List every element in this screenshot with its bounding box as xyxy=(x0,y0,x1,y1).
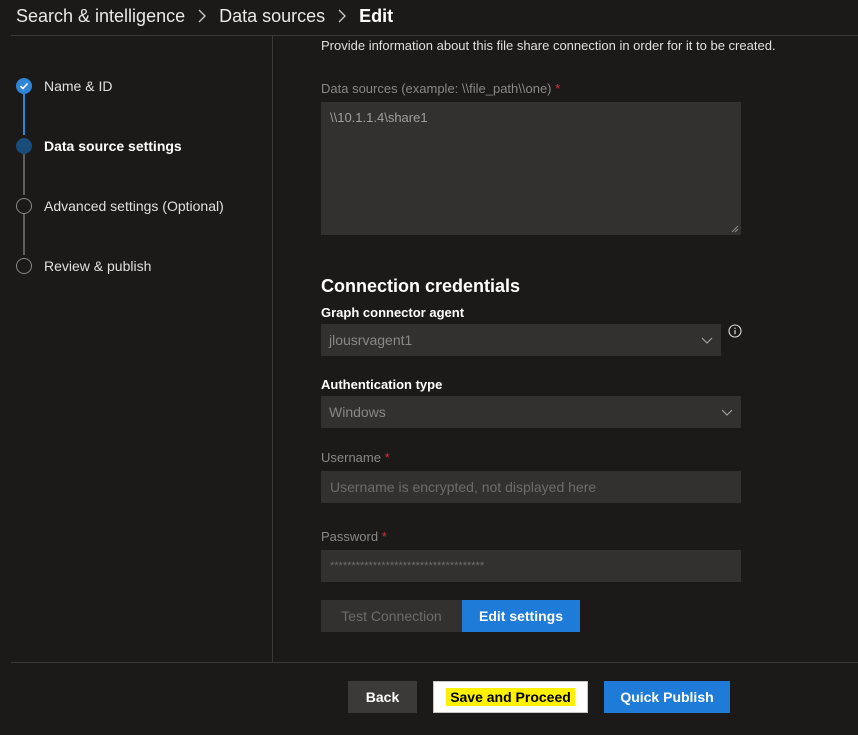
quick-publish-button[interactable]: Quick Publish xyxy=(604,681,730,713)
step-review-publish[interactable]: Review & publish xyxy=(16,256,151,276)
step-label: Data source settings xyxy=(44,138,182,154)
breadcrumb: Search & intelligence Data sources Edit xyxy=(16,4,393,28)
select-value: Windows xyxy=(329,404,386,420)
auth-type-label: Authentication type xyxy=(321,377,443,392)
step-connector xyxy=(23,214,25,255)
textarea-value: \\10.1.1.4\share1 xyxy=(330,110,428,125)
breadcrumb-item-data-sources[interactable]: Data sources xyxy=(219,6,325,27)
required-marker: * xyxy=(384,450,390,465)
edit-settings-button[interactable]: Edit settings xyxy=(462,600,580,632)
required-marker: * xyxy=(381,529,387,544)
password-field[interactable]: ************************************ xyxy=(321,550,741,582)
data-sources-textarea[interactable]: \\10.1.1.4\share1 xyxy=(321,102,741,235)
header-divider xyxy=(11,35,858,36)
connection-credentials-heading: Connection credentials xyxy=(321,276,521,296)
input-placeholder: Username is encrypted, not displayed her… xyxy=(330,479,597,495)
input-value: ************************************ xyxy=(330,560,485,572)
empty-circle-icon xyxy=(16,198,32,214)
step-label: Review & publish xyxy=(44,258,152,274)
label-text: Username xyxy=(321,450,381,465)
breadcrumb-item-search-intelligence[interactable]: Search & intelligence xyxy=(16,6,185,27)
step-label: Advanced settings (Optional) xyxy=(44,198,224,214)
breadcrumb-current: Edit xyxy=(359,5,394,26)
chevron-right-icon xyxy=(197,9,207,23)
test-connection-button[interactable]: Test Connection xyxy=(321,600,462,632)
label-text: Data sources (example: \\file_path\\one) xyxy=(321,81,552,96)
chevron-down-icon xyxy=(701,337,713,344)
save-and-proceed-button[interactable]: Save and Proceed xyxy=(433,681,588,713)
agent-label: Graph connector agent xyxy=(321,305,465,320)
panel-divider xyxy=(272,36,273,663)
current-step-icon xyxy=(16,138,32,154)
label-text: Password xyxy=(321,529,379,544)
chevron-right-icon xyxy=(337,9,347,23)
back-button[interactable]: Back xyxy=(348,681,417,713)
form-intro-text: Provide information about this file shar… xyxy=(321,38,776,53)
info-icon[interactable] xyxy=(728,324,742,338)
resize-grip-icon[interactable] xyxy=(731,225,739,233)
chevron-down-icon xyxy=(721,409,733,416)
button-label: Save and Proceed xyxy=(446,688,575,706)
step-data-source-settings[interactable]: Data source settings xyxy=(16,136,182,156)
auth-type-select[interactable]: Windows xyxy=(321,396,741,428)
password-label: Password * xyxy=(321,529,387,544)
step-label: Name & ID xyxy=(44,78,113,94)
step-advanced-settings[interactable]: Advanced settings (Optional) xyxy=(16,196,224,216)
step-connector xyxy=(23,154,25,195)
step-connector xyxy=(23,93,25,135)
empty-circle-icon xyxy=(16,258,32,274)
username-label: Username * xyxy=(321,450,390,465)
checkmark-icon xyxy=(16,78,32,94)
data-sources-label: Data sources (example: \\file_path\\one)… xyxy=(321,81,560,96)
step-name-id[interactable]: Name & ID xyxy=(16,76,112,96)
footer-divider xyxy=(11,662,858,663)
required-marker: * xyxy=(555,81,561,96)
agent-select[interactable]: jlousrvagent1 xyxy=(321,324,721,356)
select-value: jlousrvagent1 xyxy=(329,332,413,348)
username-field[interactable]: Username is encrypted, not displayed her… xyxy=(321,471,741,503)
